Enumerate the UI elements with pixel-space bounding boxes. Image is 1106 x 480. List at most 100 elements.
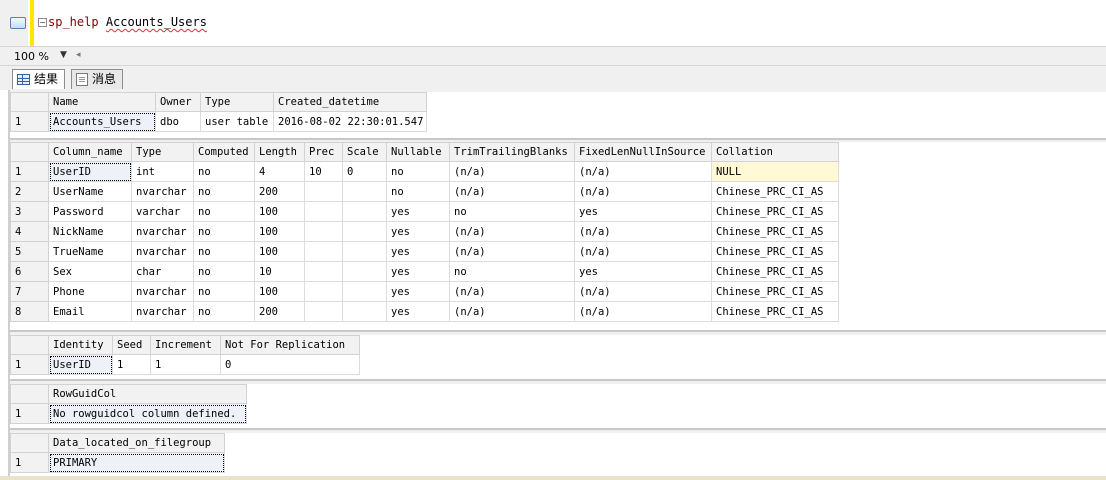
table-cell[interactable]: dbo [155,111,201,132]
column-header[interactable]: FixedLenNullInSource [574,142,712,162]
table-cell[interactable]: UserName [48,181,132,202]
table-cell[interactable]: TrueName [48,241,132,262]
table-cell[interactable]: 10 [254,261,305,282]
table-cell[interactable]: Chinese_PRC_CI_AS [711,241,839,262]
table-cell[interactable]: 4 [254,161,305,182]
table-cell[interactable]: no [193,181,255,202]
row-number[interactable]: 1 [10,452,49,473]
table-cell[interactable]: no [193,241,255,262]
column-header[interactable]: Column_name [48,142,132,162]
query-editor[interactable]: − sp_help Accounts_Users [0,0,1106,46]
table-cell[interactable]: Chinese_PRC_CI_AS [711,221,839,242]
column-header[interactable]: Nullable [386,142,450,162]
table-cell[interactable]: no [193,301,255,322]
table-cell[interactable]: 200 [254,181,305,202]
grid-identity-info[interactable]: Identity Seed Increment Not For Replicat… [10,335,1106,381]
table-cell[interactable]: 0 [220,354,360,375]
table-row[interactable]: 4 NickName nvarchar no 100 yes (n/a) (n/a) Chine… [10,221,839,242]
table-row[interactable]: 8 Email nvarchar no 200 yes (n/a) (n/a) Chinese_… [10,301,839,322]
table-cell[interactable] [304,201,343,222]
column-header[interactable]: Not For Replication [220,335,360,355]
scroll-left-icon[interactable]: ◂ [76,50,81,60]
row-number[interactable]: 2 [10,181,49,202]
table-cell[interactable]: yes [574,261,712,282]
grid-rowguidcol-info[interactable]: RowGuidCol 1 No rowguidcol column define… [10,384,1106,430]
table-cell[interactable]: varchar [131,201,194,222]
table-cell[interactable] [304,301,343,322]
table-cell[interactable]: no [386,181,450,202]
table-cell[interactable]: no [193,161,255,182]
table-cell[interactable]: no [193,201,255,222]
table-cell[interactable]: Phone [48,281,132,302]
table-cell[interactable]: Password [48,201,132,222]
table-cell[interactable]: no [193,281,255,302]
table-cell[interactable]: 2016-08-02 22:30:01.547 [273,111,427,132]
table-cell[interactable]: (n/a) [574,241,712,262]
table-cell[interactable]: (n/a) [449,301,575,322]
table-cell[interactable]: nvarchar [131,241,194,262]
grid-columns-info[interactable]: Column_name Type Computed Length Prec Scale Nu… [10,142,1106,332]
table-cell[interactable] [342,241,387,262]
column-header[interactable]: Seed [112,335,151,355]
zoom-value[interactable]: 100 % [14,50,49,63]
column-header[interactable]: Increment [150,335,221,355]
table-cell[interactable] [342,301,387,322]
table-cell[interactable]: user table [200,111,274,132]
table-cell[interactable]: 200 [254,301,305,322]
row-number[interactable]: 7 [10,281,49,302]
table-cell[interactable]: 100 [254,221,305,242]
row-number[interactable]: 6 [10,261,49,282]
table-cell[interactable]: (n/a) [574,281,712,302]
table-cell[interactable]: yes [386,261,450,282]
table-cell[interactable]: (n/a) [449,161,575,182]
table-cell[interactable] [342,181,387,202]
grid-corner[interactable] [10,335,49,355]
table-cell[interactable]: yes [574,201,712,222]
table-cell[interactable]: yes [386,281,450,302]
table-cell[interactable]: NULL [711,161,839,182]
table-cell[interactable]: Chinese_PRC_CI_AS [711,201,839,222]
column-header[interactable]: Computed [193,142,255,162]
table-cell[interactable] [342,201,387,222]
column-header[interactable]: Collation [711,142,839,162]
table-cell[interactable]: NickName [48,221,132,242]
grid-corner[interactable] [10,142,49,162]
table-cell[interactable]: 100 [254,281,305,302]
table-cell[interactable]: 10 [304,161,343,182]
table-cell[interactable] [304,261,343,282]
table-cell[interactable]: No rowguidcol column defined. [48,403,247,424]
column-header[interactable]: Prec [304,142,343,162]
grid-filegroup-info[interactable]: Data_located_on_filegroup 1 PRIMARY [10,433,1106,480]
table-cell[interactable]: yes [386,241,450,262]
table-cell[interactable]: 100 [254,241,305,262]
grid-object-info[interactable]: Name Owner Type Created_datetime 1 Accou… [10,92,1106,140]
table-row[interactable]: 3 Password varchar no 100 yes no yes Chinese_PRC… [10,201,839,222]
table-cell[interactable]: no [449,201,575,222]
collapse-icon[interactable]: − [38,18,47,27]
table-cell[interactable]: UserID [48,161,132,182]
table-cell[interactable]: (n/a) [449,221,575,242]
table-cell[interactable]: Email [48,301,132,322]
column-header[interactable]: Scale [342,142,387,162]
grid-corner[interactable] [10,92,49,112]
column-header[interactable]: Type [131,142,194,162]
table-cell[interactable]: Accounts_Users [48,111,156,132]
table-row[interactable]: 1 UserID int no 4 10 0 no (n/a) (n/a) NULL [10,161,839,182]
table-cell[interactable]: no [449,261,575,282]
table-cell[interactable]: Chinese_PRC_CI_AS [711,281,839,302]
row-number[interactable]: 4 [10,221,49,242]
column-header[interactable]: Created_datetime [273,92,427,112]
row-number[interactable]: 8 [10,301,49,322]
table-cell[interactable]: (n/a) [574,301,712,322]
tab-results[interactable]: 结果 [12,69,66,89]
table-row[interactable]: 1 No rowguidcol column defined. [10,403,247,424]
column-header[interactable]: RowGuidCol [48,384,247,404]
table-cell[interactable]: nvarchar [131,301,194,322]
table-cell[interactable] [342,261,387,282]
table-cell[interactable] [342,281,387,302]
table-cell[interactable] [342,221,387,242]
column-header[interactable]: Type [200,92,274,112]
table-row[interactable]: 2 UserName nvarchar no 200 no (n/a) (n/a) Chines… [10,181,839,202]
table-cell[interactable]: no [193,221,255,242]
row-number[interactable]: 1 [10,354,49,375]
